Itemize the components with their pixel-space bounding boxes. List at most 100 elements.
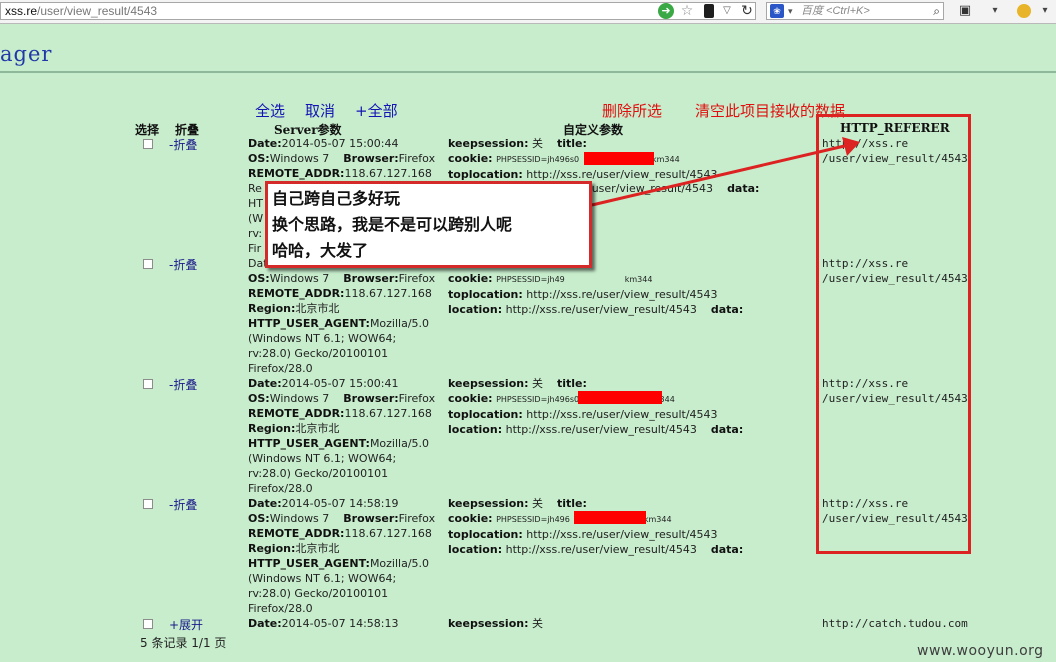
label-keepsession: keepsession: [448,377,529,390]
annotation-line: 换个思路，我是不是可以跨别人呢 [272,215,513,234]
record-location: http://xss.re/user/view_result/4543 [505,543,697,556]
record-cookie-start: PHPSESSID=jh496s0 [496,155,580,164]
custom-params: keepsession: 关 [448,616,543,631]
record-user-agent-line: (Windows NT 6.1; WOW64; [248,332,397,345]
cancel-selection-link[interactable]: 取消 [305,100,335,121]
mobile-device-icon[interactable] [704,4,714,18]
label-os: OS: [248,392,270,405]
annotation-line: 自己跨自己多好玩 [272,189,401,208]
server-params: Dat OS:Windows 7 Browser:Firefox REMOTE_… [248,256,435,376]
label-remote-addr: REMOTE_ADDR: [248,527,345,540]
partial-lines: Re HT (W rv: Fir [248,182,264,255]
addon-dropdown-icon[interactable]: ▾ [1040,3,1050,19]
go-icon[interactable]: ➜ [658,3,674,19]
record-location: http://xss.re/user/view_result/4543 [505,303,697,316]
url-history-dropdown-icon[interactable]: ▽ [722,3,732,19]
record-user-agent-line: rv:28.0) Gecko/20100101 [248,587,389,600]
record-cookie-end: km344 [643,515,672,524]
url-path: /user/view_result/4543 [37,4,158,18]
label-region: Region: [248,302,296,315]
addon-smiley-icon[interactable] [1017,4,1031,18]
label-date: Date: [248,377,282,390]
label-remote-addr: REMOTE_ADDR: [248,287,345,300]
location-fragment: /user/view_result/4543 data: [588,181,759,196]
record-keepsession: 关 [531,137,543,150]
select-all-link[interactable]: 全选 [255,100,285,121]
record-toplocation: http://xss.re/user/view_result/4543 [526,408,718,421]
row-checkbox[interactable] [143,139,153,149]
label-date: Date: [248,617,282,630]
record-user-agent-line: Firefox/28.0 [248,362,313,375]
record-toplocation: http://xss.re/user/view_result/4543 [526,168,718,181]
row-checkbox[interactable] [143,259,153,269]
record-remote-addr: 118.67.127.168 [344,167,432,180]
record-keepsession: 关 [531,377,543,390]
search-input[interactable]: ❀ ▾ 百度 <Ctrl+K> ⌕ [766,2,944,20]
header-divider [0,71,1056,73]
row-checkbox[interactable] [143,499,153,509]
label-location: location: [448,423,503,436]
record-keepsession: 关 [531,617,543,630]
record-region: 北京市北 [295,542,340,555]
tool-dropdown-icon[interactable]: ▾ [990,3,1000,19]
row-checkbox[interactable] [143,379,153,389]
record-os: Windows 7 [269,392,330,405]
label-data: data: [710,543,744,556]
record-browser: Firefox [398,512,436,525]
expand-all-link[interactable]: +全部 [355,100,398,121]
row-collapse-toggle[interactable]: -折叠 [169,256,197,273]
row-expand-toggle[interactable]: +展开 [169,616,203,633]
label-toplocation: toplocation: [448,408,523,421]
reload-icon[interactable]: ↻ [740,3,754,19]
referer-value: http://catch.tudou.com [822,617,968,630]
label-title: title: [556,497,587,510]
label-browser: Browser: [343,152,399,165]
label-date: Date: [248,497,282,510]
delete-selected-link[interactable]: 删除所选 [602,100,662,121]
label-browser: Browser: [343,392,399,405]
search-icon[interactable]: ⌕ [933,3,940,19]
record-remote-addr: 118.67.127.168 [344,527,432,540]
bookmark-star-icon[interactable]: ☆ [679,3,695,19]
custom-params: cookie: PHPSESSID=jh49 km344 toplocation:… [448,271,743,317]
record-cookie-start: PHPSESSID=jh496 [496,515,570,524]
label-cookie: cookie: [448,152,493,165]
browser-toolbar: xss.re/user/view_result/4543 ➜ ☆ ▽ ↻ ❀ ▾… [0,0,1056,24]
row-collapse-toggle[interactable]: -折叠 [169,136,197,153]
label-data: data: [710,423,744,436]
label-user-agent: HTTP_USER_AGENT: [248,317,370,330]
site-logo: ager [0,42,53,66]
row-checkbox[interactable] [143,619,153,629]
record-toplocation: http://xss.re/user/view_result/4543 [526,528,718,541]
pagination-summary: 5 条记录 1/1 页 [140,636,227,650]
label-user-agent: HTTP_USER_AGENT: [248,437,370,450]
row-collapse-toggle[interactable]: -折叠 [169,376,197,393]
record-browser: Firefox [398,392,436,405]
record-user-agent: Mozilla/5.0 [369,557,430,570]
custom-params: keepsession: 关 title: cookie: PHPSESSID=… [448,376,743,437]
record-date: 2014-05-07 14:58:19 [281,497,399,510]
label-cookie: cookie: [448,272,493,285]
label-browser: Browser: [343,512,399,525]
search-engine-dropdown-icon[interactable]: ▾ [788,3,793,19]
record-region: 北京市北 [295,422,340,435]
label-data: data: [727,182,760,195]
label-toplocation: toplocation: [448,528,523,541]
baidu-paw-icon[interactable]: ❀ [770,4,784,18]
label-region: Region: [248,422,296,435]
screenshot-tool-icon[interactable]: ▣ [956,3,974,19]
address-bar[interactable]: xss.re/user/view_result/4543 [0,2,756,20]
annotation-bubble: 自己跨自己多好玩 换个思路，我是不是可以跨别人呢 哈哈，大发了 [265,181,592,268]
record-cookie-end: km344 [624,275,653,284]
record-date: 2014-05-07 15:00:44 [281,137,399,150]
label-keepsession: keepsession: [448,617,529,630]
record-browser: Firefox [398,152,436,165]
label-data: data: [710,303,744,316]
label-toplocation: toplocation: [448,288,523,301]
record-user-agent-line: (Windows NT 6.1; WOW64; [248,452,397,465]
record-user-agent-line: Firefox/28.0 [248,602,313,615]
row-collapse-toggle[interactable]: -折叠 [169,496,197,513]
column-header-select: 选择 [135,123,160,137]
cookie-redaction [578,391,662,404]
record-location: http://xss.re/user/view_result/4543 [505,423,697,436]
